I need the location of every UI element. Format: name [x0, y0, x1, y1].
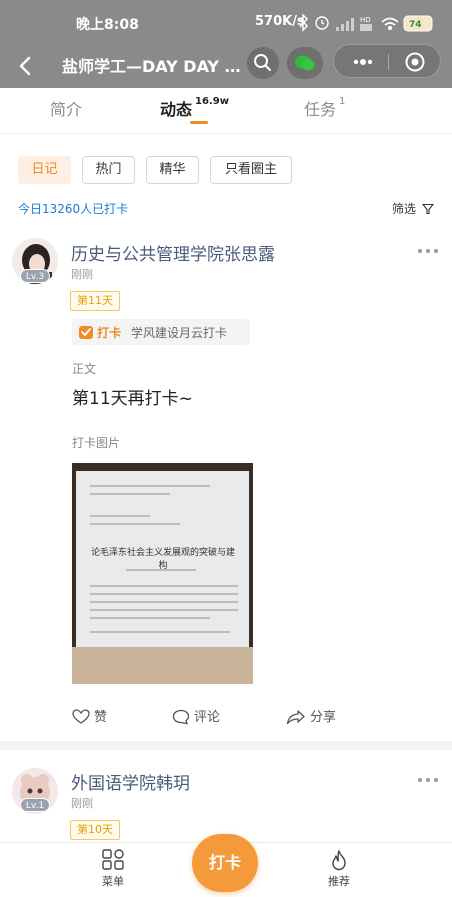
photo-line	[90, 631, 230, 633]
search-icon	[254, 54, 272, 72]
photo-line	[126, 569, 196, 571]
wechat-icon	[295, 55, 315, 71]
post-username[interactable]: 历史与公共管理学院张思露	[71, 240, 275, 265]
photo-line	[90, 515, 150, 517]
filter-label: 筛选	[392, 202, 417, 216]
wifi-icon	[381, 17, 399, 31]
bluetooth-icon	[299, 13, 308, 32]
battery-icon: 74	[403, 15, 433, 32]
share-button[interactable]: 分享	[286, 706, 336, 725]
filter-diary[interactable]: 日记	[18, 156, 71, 184]
svg-text:74: 74	[409, 20, 422, 30]
photo-line	[90, 593, 238, 595]
bottom-nav-menu[interactable]: 菜单	[83, 849, 143, 889]
comment-button[interactable]: 评论	[172, 706, 220, 725]
post-divider	[0, 741, 452, 750]
checkin-tag-name: 学风建设月云打卡	[131, 326, 228, 340]
level-badge: Lv.1	[20, 798, 50, 812]
funnel-icon	[421, 203, 434, 215]
filter-featured[interactable]: 精华	[146, 156, 199, 184]
page-title: 盐师学工—DAY DAY UP	[62, 57, 247, 76]
svg-text:HD: HD	[360, 16, 371, 24]
tab-bar: 简介 动态 16.9w 任务 1	[0, 88, 452, 134]
checkin-tag-icon	[79, 326, 93, 339]
photo-line	[90, 609, 238, 611]
tab-tasks-label: 任务	[304, 100, 337, 119]
active-tab-indicator	[190, 121, 208, 124]
post-time: 刚刚	[71, 797, 93, 810]
alarm-icon	[315, 16, 329, 30]
tab-tasks[interactable]: 任务 1	[304, 96, 345, 120]
close-mini-program-icon[interactable]	[404, 51, 426, 73]
tab-intro-label: 简介	[50, 100, 83, 119]
checkin-photo[interactable]: 论毛泽东社会主义发展观的突破与建构	[72, 463, 253, 684]
photo-screen: 论毛泽东社会主义发展观的突破与建构	[76, 471, 249, 647]
tab-feed[interactable]: 动态 16.9w	[160, 96, 229, 120]
day-badge: 第10天	[70, 820, 120, 840]
tab-feed-count: 16.9w	[195, 96, 229, 107]
signal-icon	[336, 18, 354, 31]
image-label: 打卡图片	[72, 436, 121, 450]
checkin-count: 今日13260人已打卡	[18, 202, 129, 216]
post-text: 第11天再打卡~	[72, 389, 193, 409]
bottom-nav-recommend[interactable]: 推荐	[309, 849, 369, 889]
filter-owner-only[interactable]: 只看圈主	[210, 156, 292, 184]
level-badge: Lv.3	[20, 269, 50, 283]
search-button[interactable]	[247, 47, 279, 79]
wechat-button[interactable]	[287, 47, 323, 79]
menu-grid-icon	[102, 849, 124, 870]
bottom-nav-recommend-label: 推荐	[328, 875, 350, 888]
share-icon	[286, 710, 305, 725]
like-button[interactable]: 赞	[72, 706, 107, 725]
tab-feed-label: 动态	[160, 100, 193, 119]
photo-line	[90, 485, 210, 487]
more-options-icon[interactable]	[416, 775, 440, 785]
status-bar: 晚上8:08 570K/s HD 74	[0, 0, 452, 44]
post-actions: 赞 评论 分享	[0, 706, 452, 728]
status-icons: HD 74	[299, 13, 433, 32]
comment-label: 评论	[194, 710, 221, 725]
like-label: 赞	[94, 710, 108, 725]
bottom-nav-menu-label: 菜单	[102, 875, 124, 888]
hd-icon: HD	[360, 16, 372, 31]
filter-hot[interactable]: 热门	[82, 156, 135, 184]
nav-bar: 盐师学工—DAY DAY UP	[0, 44, 452, 88]
photo-doc-title: 论毛泽东社会主义发展观的突破与建构	[90, 548, 235, 571]
filter-button[interactable]: 筛选	[392, 200, 434, 217]
tab-intro[interactable]: 简介	[50, 96, 82, 120]
photo-line	[90, 493, 170, 495]
photo-line	[90, 601, 238, 603]
punch-in-button[interactable]: 打卡	[192, 834, 258, 892]
more-options-icon[interactable]	[416, 246, 440, 256]
photo-laptop-bezel	[72, 647, 253, 684]
post-time: 刚刚	[71, 268, 93, 281]
flame-icon	[332, 850, 346, 871]
heart-icon	[72, 709, 90, 724]
tab-tasks-count: 1	[339, 96, 346, 107]
post-username[interactable]: 外国语学院韩玥	[71, 769, 190, 794]
checkin-tag-label: 打卡	[97, 326, 122, 340]
body-label: 正文	[72, 362, 97, 376]
share-label: 分享	[310, 710, 337, 725]
photo-line	[90, 523, 180, 525]
more-icon[interactable]	[348, 51, 378, 73]
comment-icon	[172, 709, 190, 725]
mini-program-capsule	[333, 44, 441, 78]
checkin-tag[interactable]: 打卡 学风建设月云打卡	[72, 319, 250, 345]
back-icon[interactable]	[12, 50, 40, 82]
photo-line	[90, 617, 210, 619]
status-time: 晚上8:08	[76, 17, 139, 33]
day-badge: 第11天	[70, 291, 120, 311]
photo-line	[90, 585, 238, 587]
capsule-divider	[388, 54, 389, 70]
